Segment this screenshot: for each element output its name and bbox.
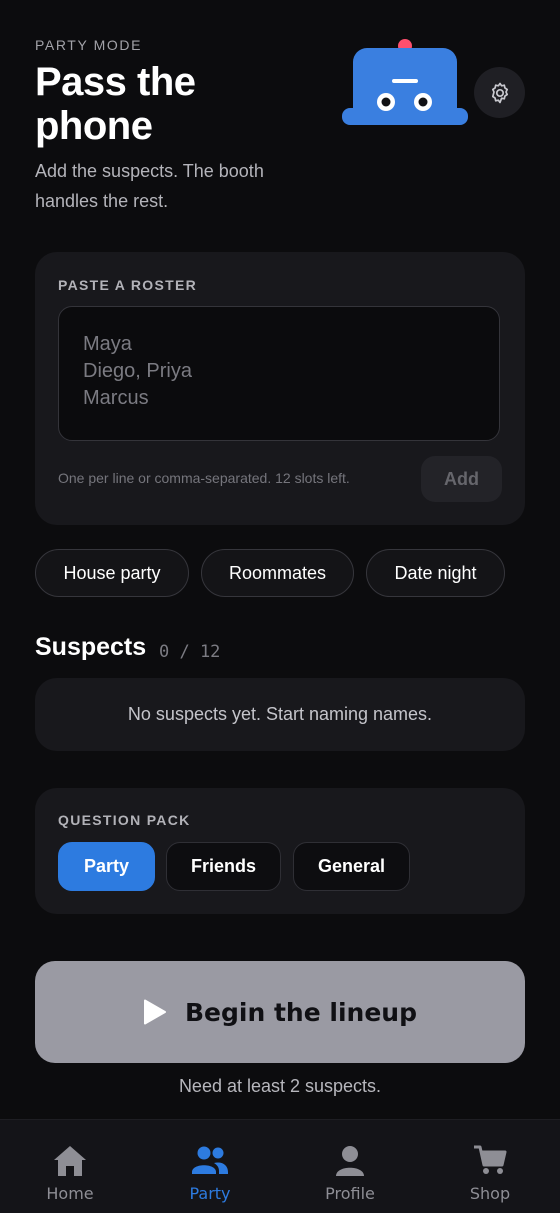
- tab-home-label: Home: [46, 1184, 94, 1203]
- empty-state-text: No suspects yet. Start naming names.: [127, 704, 433, 724]
- page-subtitle: Add the suspects. The booth handles the …: [35, 156, 335, 216]
- begin-lineup-button[interactable]: Begin the lineup: [35, 961, 525, 1063]
- user-icon: [334, 1144, 366, 1183]
- tab-shop-label: Shop: [469, 1184, 511, 1203]
- pack-option-party[interactable]: Party: [58, 842, 155, 891]
- tab-party[interactable]: Party: [140, 1120, 280, 1213]
- roster-card: PASTE A ROSTER Maya Diego, Priya Marcus …: [35, 252, 525, 525]
- suspects-title: Suspects: [35, 633, 147, 661]
- question-pack-label: QUESTION PACK: [58, 812, 191, 828]
- tab-profile-label: Profile: [325, 1184, 375, 1203]
- suspects-empty-state: No suspects yet. Start naming names.: [35, 678, 525, 751]
- roster-hint: One per line or comma-separated. 12 slot…: [58, 470, 350, 486]
- pack-option-friends[interactable]: Friends: [166, 842, 281, 891]
- roster-label: PASTE A ROSTER: [58, 277, 198, 293]
- page-title: Pass the phone: [35, 60, 196, 148]
- gear-icon: [488, 81, 512, 105]
- preset-chip-roommates[interactable]: Roommates: [201, 549, 354, 597]
- cart-icon: [473, 1144, 507, 1181]
- roster-textarea[interactable]: Maya Diego, Priya Marcus: [58, 306, 500, 441]
- robot-mascot-icon: [340, 38, 470, 128]
- question-pack-card: QUESTION PACK Party Friends General: [35, 788, 525, 914]
- eyebrow-label: PARTY MODE: [35, 37, 143, 53]
- add-button[interactable]: Add: [421, 456, 502, 502]
- begin-lineup-label: Begin the lineup: [185, 997, 417, 1027]
- pack-option-general[interactable]: General: [293, 842, 410, 891]
- page-title-line-2: phone: [35, 104, 153, 148]
- bottom-tab-bar: Home Party Profile Shop: [0, 1119, 560, 1213]
- tab-profile[interactable]: Profile: [280, 1120, 420, 1213]
- settings-button[interactable]: [474, 67, 525, 118]
- page-subtitle-line-2: handles the rest.: [35, 191, 169, 211]
- preset-chip-house-party[interactable]: House party: [35, 549, 189, 597]
- tab-party-label: Party: [189, 1184, 231, 1203]
- users-icon: [191, 1144, 229, 1181]
- page-subtitle-line-1: Add the suspects. The booth: [35, 161, 264, 181]
- page-title-line-1: Pass the: [35, 60, 196, 104]
- suspects-count: 0 / 12: [159, 642, 221, 662]
- preset-chip-date-night[interactable]: Date night: [366, 549, 505, 597]
- tab-shop[interactable]: Shop: [420, 1120, 560, 1213]
- home-icon: [52, 1144, 88, 1183]
- play-icon: [143, 999, 167, 1025]
- tab-home[interactable]: Home: [0, 1120, 140, 1213]
- cta-note: Need at least 2 suspects.: [178, 1076, 382, 1096]
